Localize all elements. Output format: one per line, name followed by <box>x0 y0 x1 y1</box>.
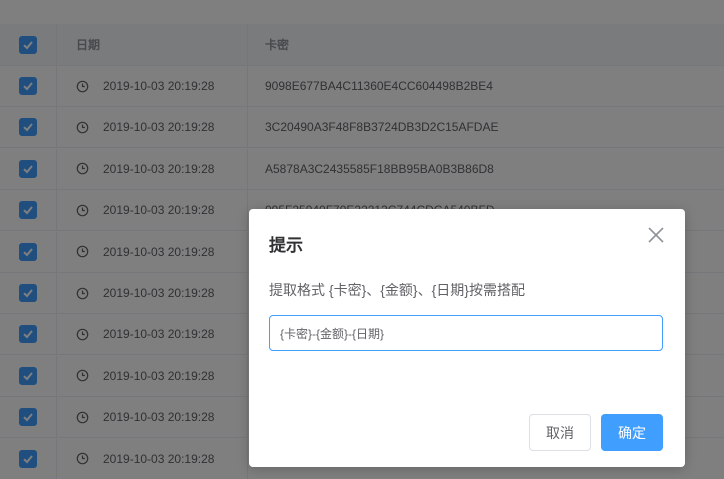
cancel-button[interactable]: 取消 <box>529 414 591 451</box>
close-icon <box>648 227 664 243</box>
confirm-button[interactable]: 确定 <box>601 414 663 451</box>
dialog-title: 提示 <box>269 236 303 255</box>
close-button[interactable] <box>647 226 665 244</box>
prompt-dialog: 提示 提取格式 {卡密}、{金额}、{日期}按需搭配 取消 确定 <box>249 209 685 467</box>
dialog-message: 提取格式 {卡密}、{金额}、{日期}按需搭配 <box>269 282 525 298</box>
format-input[interactable] <box>269 315 663 351</box>
